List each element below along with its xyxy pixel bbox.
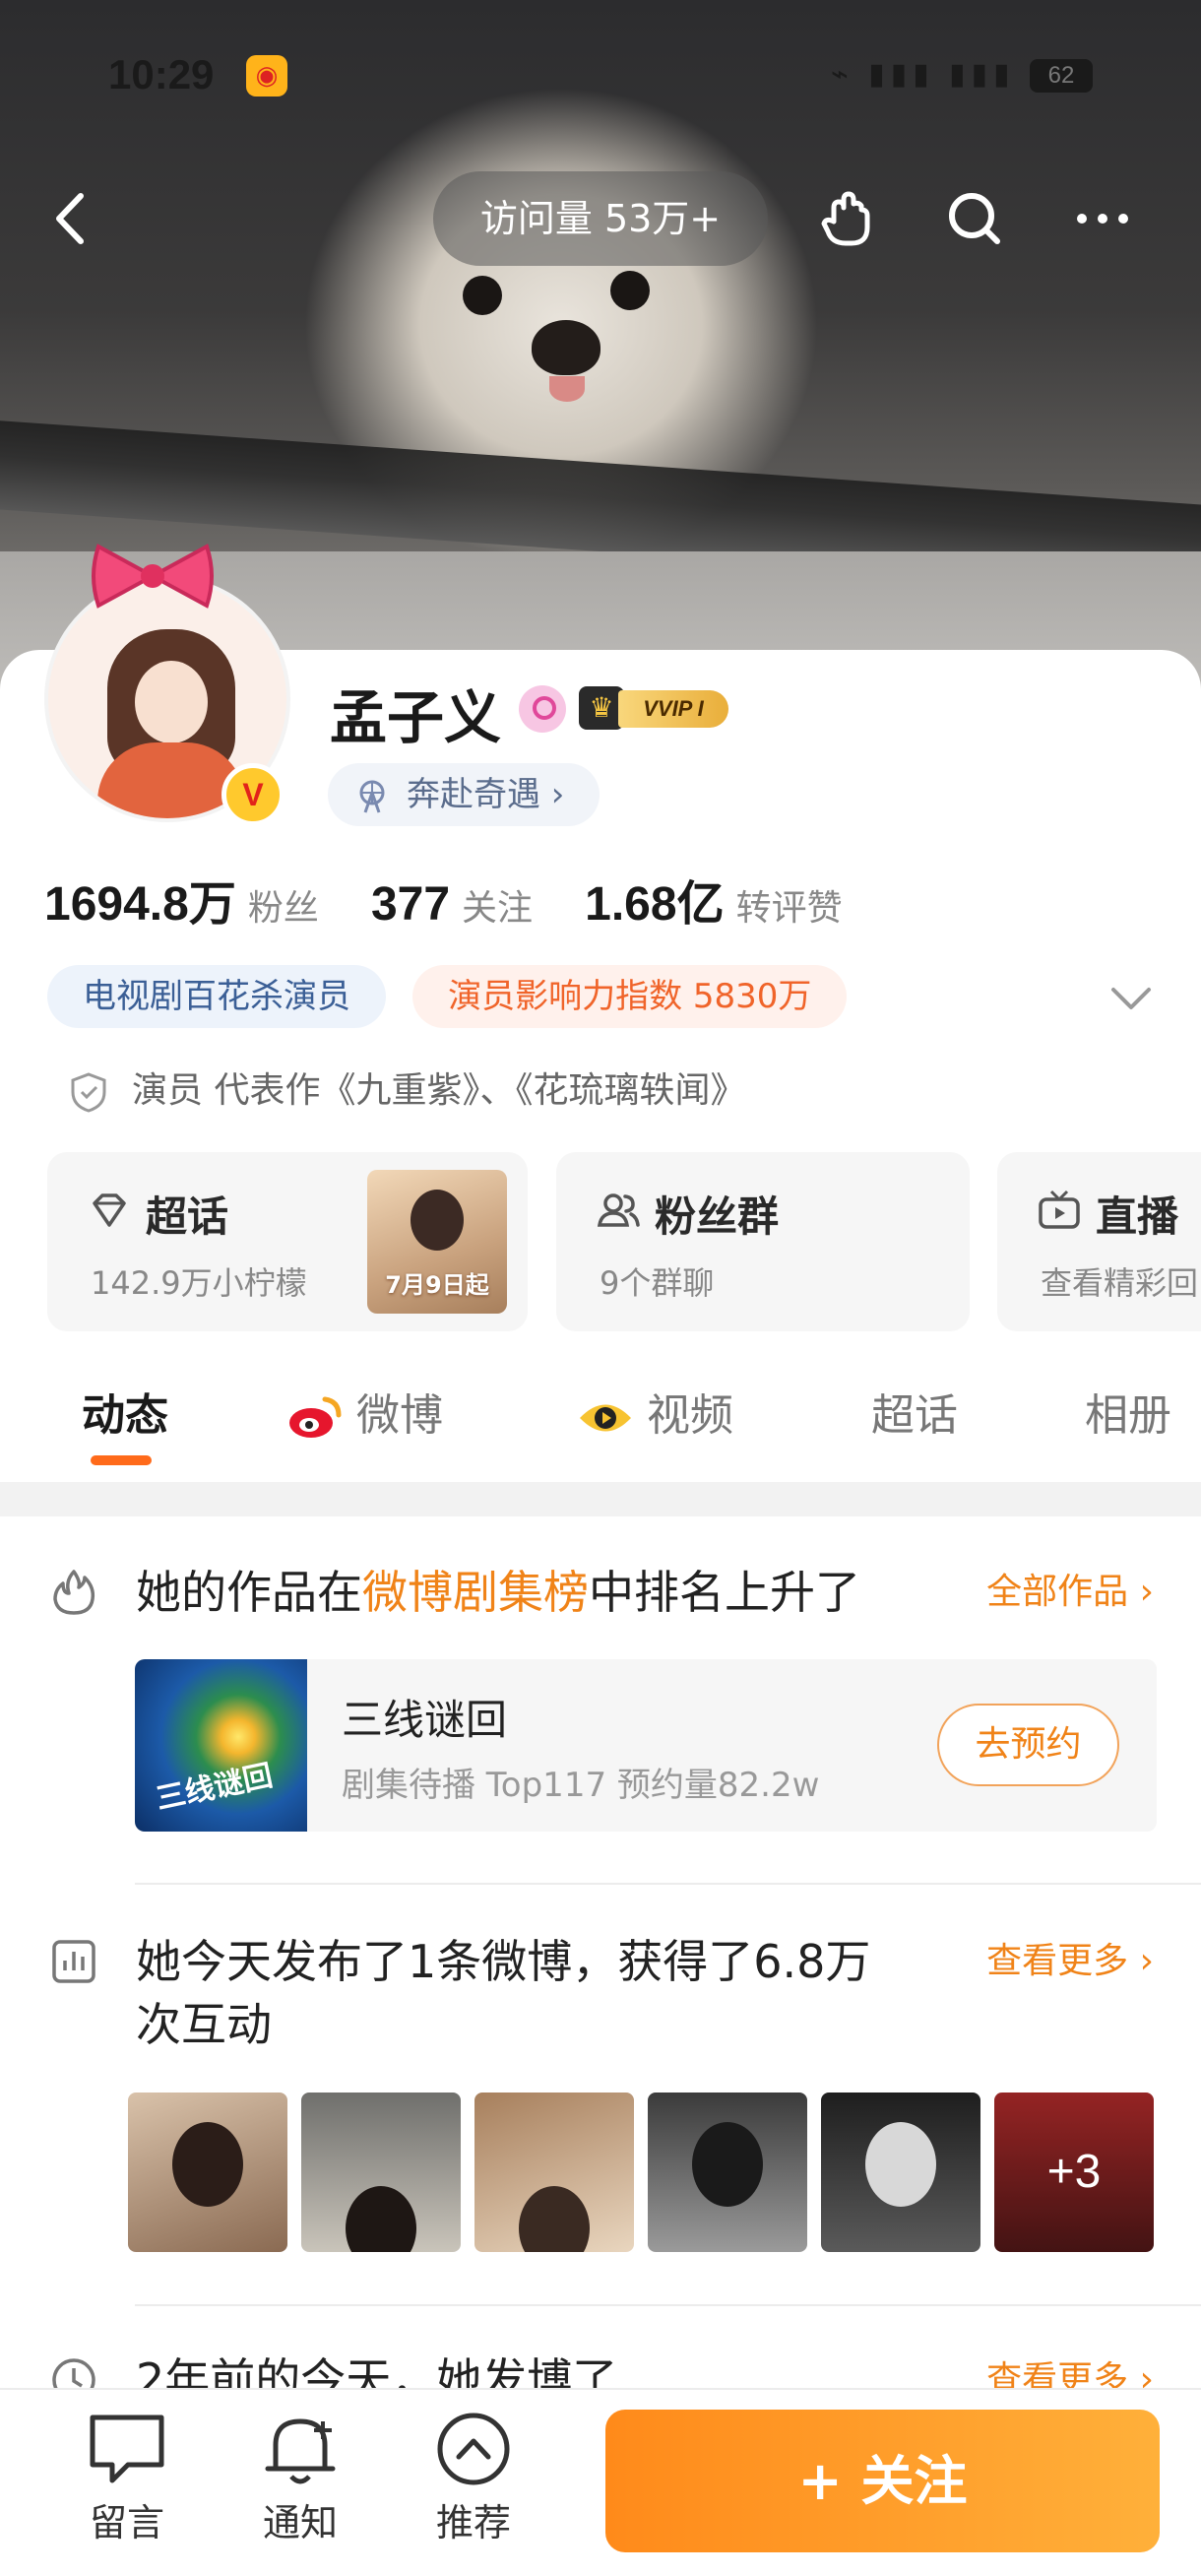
chevron-down-icon[interactable] [1107, 980, 1155, 1015]
super-topic-sub: 142.9万小柠檬 [91, 1264, 307, 1302]
avatar-bow-decoration [92, 544, 214, 609]
message-button[interactable]: 留言 [63, 2410, 191, 2546]
profile-bio: 演员 代表作《九重紫》、《花琉璃轶闻》 [67, 1063, 745, 1119]
tab-super-topic[interactable]: 超话 [871, 1382, 958, 1450]
fan-group-title: 粉丝群 [655, 1192, 780, 1241]
bar-chart-icon [52, 1940, 95, 1983]
super-topic-poster: 7月9日起 [367, 1170, 507, 1314]
poke-hand-icon[interactable] [812, 184, 881, 253]
all-works-link[interactable]: 全部作品 › [986, 1561, 1154, 1624]
status-right: ⌁ ▮▮▮ ▮▮▮ 62 [830, 57, 1093, 94]
feed-row-today[interactable]: 她今天发布了1条微博，获得了6.8万 次互动 查看更多 › [0, 1930, 1201, 2058]
profile-tags: 电视剧百花杀演员 演员影响力指数 5830万 [47, 965, 868, 1028]
profile-stats: 1694.8万 粉丝 377 关注 1.68亿 转评赞 [44, 865, 890, 934]
follow-button[interactable]: + 关注 [605, 2410, 1160, 2552]
diamond-icon [93, 1193, 126, 1227]
row-separator [135, 1883, 1201, 1885]
tag-influence-index[interactable]: 演员影响力指数 5830万 [412, 965, 848, 1028]
flame-icon [53, 1570, 95, 1615]
tab-active-underline [91, 1455, 152, 1465]
shield-icon [71, 1072, 106, 1113]
photo-thumb[interactable] [301, 2093, 461, 2252]
battery-icon: 62 [1030, 59, 1093, 94]
fan-group-sub: 9个群聊 [600, 1264, 715, 1302]
visit-count-pill[interactable]: 访问量 53万+ [433, 171, 768, 266]
photo-strip: +3 [128, 2093, 1157, 2252]
ferris-wheel-icon [359, 780, 385, 813]
verified-badge: V [221, 763, 284, 826]
bell-plus-icon [265, 2418, 336, 2484]
more-icon[interactable] [1068, 184, 1137, 253]
tv-icon [1039, 1190, 1080, 1229]
tab-dynamic[interactable]: 动态 [82, 1382, 168, 1450]
bottom-action-bar: 留言 通知 推荐 + 关注 [0, 2388, 1201, 2576]
drama-poster: 三线谜回 [135, 1659, 307, 1832]
hero-chip-label: 奔赴奇遇 › [407, 775, 565, 814]
people-icon [597, 1193, 640, 1227]
today-title: 她今天发布了1条微博，获得了6.8万 次互动 [136, 1935, 871, 2051]
recommend-button[interactable]: 推荐 [410, 2410, 537, 2546]
stat-likes[interactable]: 1.68亿 转评赞 [585, 865, 842, 934]
video-eye-icon [580, 1404, 631, 1432]
super-topic-title: 超话 [146, 1192, 229, 1241]
search-icon[interactable] [940, 184, 1009, 253]
feed-row-ranking[interactable]: 她的作品在微博剧集榜中排名上升了 全部作品 › [0, 1561, 1201, 1624]
tab-weibo[interactable]: 微博 [285, 1382, 443, 1450]
view-more-link[interactable]: 查看更多 › [986, 1930, 1154, 1993]
notify-button[interactable]: 通知 [236, 2410, 364, 2546]
weibo-app-icon: ◉ [246, 55, 287, 97]
chevron-up-circle-icon [437, 2413, 510, 2485]
fan-group-card[interactable]: 粉丝群 9个群聊 [556, 1152, 970, 1331]
hero-chip[interactable]: 奔赴奇遇 › [328, 763, 600, 826]
bio-text: 演员 代表作《九重紫》、《花琉璃轶闻》 [132, 1070, 746, 1111]
drama-subtitle: 剧集待播 Top117 预约量82.2w [342, 1766, 820, 1805]
drama-card[interactable]: 三线谜回 三线谜回 剧集待播 Top117 预约量82.2w 去预约 [135, 1659, 1157, 1832]
status-bar: 10:29 ◉ ⌁ ▮▮▮ ▮▮▮ 62 [0, 51, 1201, 100]
photo-thumb-more[interactable]: +3 [994, 2093, 1154, 2252]
message-bubble-icon [90, 2415, 164, 2483]
row-separator [135, 2304, 1201, 2306]
ranking-title: 她的作品在微博剧集榜中排名上升了 [136, 1566, 860, 1619]
tab-video[interactable]: 视频 [576, 1382, 733, 1450]
stat-following[interactable]: 377 关注 [371, 876, 533, 932]
drama-title: 三线谜回 [342, 1696, 508, 1744]
live-title: 直播 [1096, 1192, 1179, 1241]
back-arrow-icon[interactable] [39, 184, 108, 253]
photo-thumb[interactable] [474, 2093, 634, 2252]
tab-album[interactable]: 相册 [1085, 1382, 1171, 1450]
vvip-badge[interactable]: ♛ VVIP I [579, 684, 736, 732]
more-photos-count: +3 [994, 2093, 1154, 2252]
vvip-label: VVIP I [618, 690, 728, 728]
super-topic-card[interactable]: 超话 142.9万小柠檬 7月9日起 [47, 1152, 528, 1331]
live-sub: 查看精彩回 [1041, 1264, 1199, 1302]
weibo-logo-icon [289, 1396, 342, 1438]
profile-tabs: 动态 微博 视频 超话 相册 [0, 1364, 1201, 1472]
status-time: 10:29 [108, 51, 215, 97]
reserve-button[interactable]: 去预约 [937, 1704, 1119, 1786]
photo-thumb[interactable] [648, 2093, 807, 2252]
signal-icon: ⌁ ▮▮▮ ▮▮▮ [830, 58, 1016, 91]
section-divider [0, 1482, 1201, 1516]
profile-name: 孟子义 [330, 684, 502, 751]
photo-thumb[interactable] [821, 2093, 980, 2252]
search-badge-icon[interactable] [519, 685, 566, 733]
tag-drama[interactable]: 电视剧百花杀演员 [47, 965, 386, 1028]
top-nav: 访问量 53万+ [0, 169, 1201, 268]
photo-thumb[interactable] [128, 2093, 287, 2252]
stat-fans[interactable]: 1694.8万 粉丝 [44, 865, 319, 934]
live-card[interactable]: 直播 查看精彩回 [997, 1152, 1201, 1331]
